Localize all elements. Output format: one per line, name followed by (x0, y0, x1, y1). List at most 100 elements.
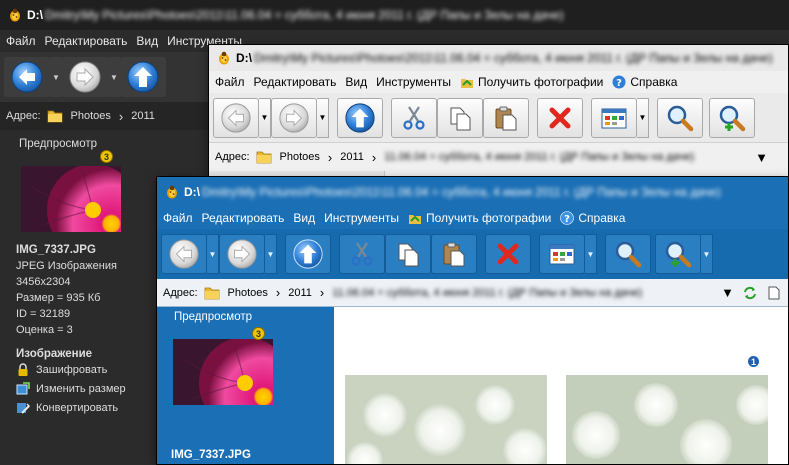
menu-edit[interactable]: Редактировать (45, 34, 128, 48)
menu-edit[interactable]: Редактировать (254, 75, 337, 89)
delete-button[interactable] (485, 234, 531, 274)
back-button[interactable] (213, 97, 259, 138)
cut-button[interactable] (339, 234, 385, 274)
copy-button[interactable] (437, 97, 483, 138)
toolbar: ▼ ▼ (209, 93, 788, 143)
cut-button[interactable] (391, 97, 437, 138)
address-dropdown-icon[interactable]: ▼ (721, 285, 734, 300)
window-title-drive: D:\ (27, 8, 43, 22)
refresh-icon[interactable] (742, 285, 758, 301)
paste-icon (443, 242, 465, 267)
back-button[interactable] (161, 234, 207, 274)
menu-get-photos-label: Получить фотографии (425, 211, 552, 225)
up-button[interactable] (337, 97, 383, 138)
folder-icon (204, 287, 220, 299)
forward-dropdown[interactable]: ▼ (317, 97, 329, 138)
title-bar[interactable]: D:\ Dmitry\My Pictures\Photoes\2011\11.0… (209, 45, 788, 71)
rating-badge: 3 (252, 327, 265, 340)
menu-tools[interactable]: Инструменты (324, 211, 399, 225)
scissors-icon (351, 241, 373, 266)
view-mode-button[interactable] (591, 97, 637, 138)
resize-label: Изменить размер (36, 382, 126, 395)
forward-button[interactable] (271, 97, 317, 138)
view-mode-dropdown[interactable]: ▼ (637, 97, 649, 138)
address-bar[interactable]: Адрес: Photoes › 2011 › 11.06.04 = суббо… (209, 143, 788, 171)
help-icon: ? (560, 211, 575, 225)
up-button[interactable] (285, 234, 331, 274)
app-bug-icon (167, 185, 177, 199)
paste-icon (495, 106, 517, 130)
address-bar[interactable]: Адрес: Photoes › 2011 › 11.06.04 = суббо… (157, 279, 788, 307)
paste-button[interactable] (431, 234, 477, 274)
menu-file[interactable]: Файл (215, 75, 245, 89)
title-bar[interactable]: D:\ Dmitry\My Pictures\Photoes\2011\11.0… (0, 0, 789, 30)
paste-button[interactable] (483, 97, 529, 138)
window-title-drive: D:\ (236, 51, 252, 65)
menu-get-photos[interactable]: Получить фотографии (460, 75, 603, 89)
help-icon: ? (612, 75, 626, 89)
menu-help[interactable]: ? Справка (560, 211, 625, 225)
zoom-button[interactable] (657, 97, 703, 138)
menu-view[interactable]: Вид (293, 211, 315, 225)
preview-thumbnail[interactable] (21, 166, 121, 232)
view-mode-button[interactable] (539, 234, 585, 274)
forward-button[interactable] (219, 234, 265, 274)
breadcrumb-2011[interactable]: 2011 (131, 110, 155, 122)
up-arrow-icon (293, 239, 323, 269)
forward-dropdown[interactable]: ▼ (265, 234, 277, 274)
back-dropdown[interactable]: ▼ (50, 57, 62, 97)
zoom-dropdown[interactable]: ▼ (701, 234, 713, 274)
zoom-in-button[interactable] (655, 234, 701, 274)
window-title-drive: D:\ (184, 185, 200, 199)
copy-button[interactable] (385, 234, 431, 274)
address-label: Адрес: (163, 286, 198, 299)
back-dropdown[interactable]: ▼ (259, 97, 271, 138)
folder-icon (256, 151, 272, 164)
menu-get-photos[interactable]: Получить фотографии (408, 211, 551, 225)
view-mode-dropdown[interactable]: ▼ (585, 234, 597, 274)
title-bar[interactable]: D:\ Dmitry\My Pictures\Photoes\2011\11.0… (157, 177, 788, 207)
menu-edit[interactable]: Редактировать (202, 211, 285, 225)
menu-view[interactable]: Вид (345, 75, 367, 89)
breadcrumb-chevron-icon[interactable]: › (372, 150, 376, 165)
back-dropdown[interactable]: ▼ (207, 234, 219, 274)
window-title-path-blurred: Dmitry\My Pictures\Photoes\2011\11.06.04… (202, 185, 721, 199)
zoom-icon (666, 104, 694, 132)
menu-help[interactable]: ? Справка (612, 75, 677, 89)
page-options-icon[interactable] (766, 285, 782, 301)
breadcrumb-2011[interactable]: 2011 (340, 151, 364, 163)
image-filename: IMG_7337.JPG (171, 449, 251, 461)
up-button[interactable] (120, 57, 166, 97)
thumbnail-grid: 1 (334, 307, 788, 464)
zoom-in-button[interactable] (709, 97, 755, 138)
breadcrumb-photoes[interactable]: Photoes (228, 287, 268, 299)
folder-icon (47, 110, 63, 123)
menu-file[interactable]: Файл (6, 34, 36, 48)
breadcrumb-chevron-icon[interactable]: › (328, 150, 332, 165)
preview-thumbnail[interactable] (173, 339, 273, 405)
selection-count-badge: 1 (747, 355, 760, 368)
breadcrumb-blurred[interactable]: 11.06.04 = суббота, 4 июня 2011 г. (ДР П… (332, 287, 642, 299)
breadcrumb-photoes[interactable]: Photoes (280, 151, 320, 163)
address-label: Адрес: (215, 151, 250, 163)
breadcrumb-blurred[interactable]: 11.06.04 = суббота, 4 июня 2011 г. (ДР П… (384, 151, 694, 163)
address-dropdown-icon[interactable]: ▼ (755, 150, 768, 165)
menu-get-photos-label: Получить фотографии (477, 75, 604, 89)
breadcrumb-photoes[interactable]: Photoes (71, 110, 111, 122)
forward-dropdown[interactable]: ▼ (108, 57, 120, 97)
back-button[interactable] (4, 57, 50, 97)
breadcrumb-chevron-icon[interactable]: › (119, 109, 123, 124)
menu-tools[interactable]: Инструменты (376, 75, 451, 89)
photo-thumbnail[interactable] (345, 375, 547, 464)
delete-button[interactable] (537, 97, 583, 138)
breadcrumb-2011[interactable]: 2011 (288, 287, 312, 299)
convert-icon (17, 402, 30, 414)
zoom-button[interactable] (605, 234, 651, 274)
forward-button[interactable] (62, 57, 108, 97)
breadcrumb-chevron-icon[interactable]: › (320, 285, 324, 300)
photo-thumbnail[interactable] (566, 375, 768, 464)
white-flowers-image (345, 375, 547, 464)
breadcrumb-chevron-icon[interactable]: › (276, 285, 280, 300)
menu-file[interactable]: Файл (163, 211, 193, 225)
menu-view[interactable]: Вид (136, 34, 158, 48)
